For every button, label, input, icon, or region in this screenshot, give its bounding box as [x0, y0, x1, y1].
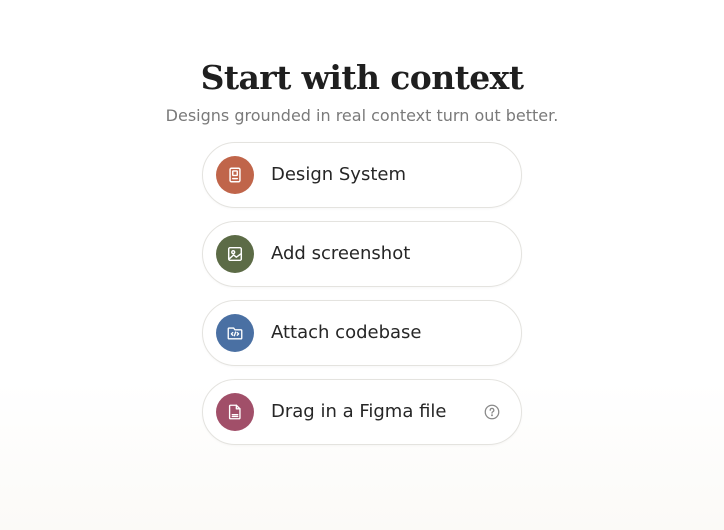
figma-file-button[interactable]: Drag in a Figma file [202, 379, 522, 445]
context-options-list: Design System Add screenshot Attach code… [202, 142, 522, 458]
page-subtitle: Designs grounded in real context turn ou… [165, 106, 559, 125]
attach-codebase-button[interactable]: Attach codebase [202, 300, 522, 366]
book-icon [216, 156, 254, 194]
design-system-button[interactable]: Design System [202, 142, 522, 208]
image-icon [216, 235, 254, 273]
design-system-label: Design System [271, 164, 406, 185]
file-icon [216, 393, 254, 431]
page-title: Start with context [200, 58, 524, 98]
help-circle-icon[interactable] [483, 403, 501, 421]
add-screenshot-button[interactable]: Add screenshot [202, 221, 522, 287]
code-folder-icon [216, 314, 254, 352]
attach-codebase-label: Attach codebase [271, 322, 422, 343]
add-screenshot-label: Add screenshot [271, 243, 411, 264]
figma-file-label: Drag in a Figma file [271, 401, 447, 422]
